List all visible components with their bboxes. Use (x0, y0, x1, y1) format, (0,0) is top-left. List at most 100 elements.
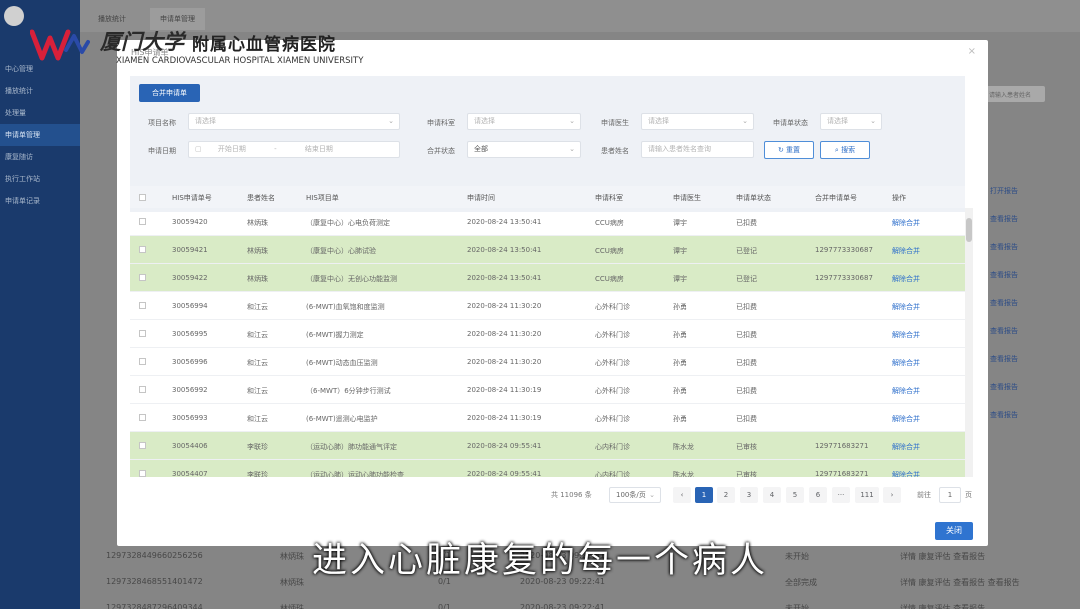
cell-time: 2020-08-24 09:55:41 (467, 442, 542, 450)
row-checkbox[interactable] (139, 386, 146, 393)
filter-label-dept: 申请科室 (427, 119, 455, 127)
next-page-button[interactable]: › (883, 487, 901, 503)
row-checkbox[interactable] (139, 302, 146, 309)
table-row[interactable]: 30056994 和江云 (6-MWT)血氧饱和度监测 2020-08-24 11:3… (130, 292, 965, 320)
unmerge-link[interactable]: 解除合并 (892, 442, 920, 452)
page-button[interactable]: 1 (695, 487, 713, 503)
cell-status: 已扣费 (736, 387, 757, 395)
merge-requests-button[interactable]: 合并申请单 (139, 84, 200, 102)
page-button[interactable]: 3 (740, 487, 758, 503)
close-icon[interactable]: × (968, 46, 976, 57)
cell-id: 30056993 (172, 414, 208, 422)
row-checkbox[interactable] (139, 246, 146, 253)
merge-status-select[interactable]: 全部 ⌄ (467, 141, 581, 158)
row-checkbox[interactable] (139, 358, 146, 365)
date-range-picker[interactable]: ▢ 开始日期 - 结束日期 (188, 141, 400, 158)
page-button[interactable]: 6 (809, 487, 827, 503)
cell-status: 已审核 (736, 471, 757, 477)
page-button[interactable]: ··· (832, 487, 850, 503)
unmerge-link[interactable]: 解除合并 (892, 358, 920, 368)
hospital-logo: 厦门大学 附属心血管病医院 XIAMEN CARDIOVASCULAR HOSP… (30, 26, 363, 70)
cell-time: 2020-08-24 09:55:41 (467, 470, 542, 477)
cell-time: 2020-08-24 11:30:19 (467, 414, 542, 422)
background-report-link[interactable]: 查看报告 (990, 242, 1018, 252)
table-row[interactable]: 30056992 和江云 （6-MWT）6分钟步行测试 2020-08-24 11:3… (130, 376, 965, 404)
chevron-down-icon: ⌄ (649, 491, 655, 499)
sidebar-item[interactable]: 康复随访 (0, 146, 80, 168)
page-button[interactable]: 4 (763, 487, 781, 503)
table-row[interactable]: 30059420 林炳珠 （康复中心）心电负荷测定 2020-08-24 13:50:… (130, 208, 965, 236)
unmerge-link[interactable]: 解除合并 (892, 330, 920, 340)
cell-status: 已扣费 (736, 359, 757, 367)
sidebar-item[interactable]: 处理量 (0, 102, 80, 124)
pagination-total: 共 11096 条 (551, 491, 592, 499)
table-row[interactable]: 30054407 李联珍 （运动心肺）运动心肺功能检查 2020-08-24 09:5… (130, 460, 965, 477)
table-row[interactable]: 30059421 林炳珠 （康复中心）心肺试验 2020-08-24 13:50:41… (130, 236, 965, 264)
select-all-checkbox[interactable] (139, 194, 146, 201)
cell-name: 和江云 (247, 387, 268, 395)
item-select[interactable]: 请选择 ⌄ (188, 113, 400, 130)
table-scrollbar[interactable] (965, 208, 973, 477)
cell-doc: 孙勇 (673, 415, 687, 423)
unmerge-link[interactable]: 解除合并 (892, 470, 920, 477)
cell-status: 已扣费 (736, 415, 757, 423)
table-row[interactable]: 30056996 和江云 (6-MWT)动态血压监测 2020-08-24 11:30… (130, 348, 965, 376)
page-size-select[interactable]: 100条/页 ⌄ (609, 487, 661, 503)
background-report-link[interactable]: 查看报告 (990, 298, 1018, 308)
table-row[interactable]: 30056993 和江云 (6-MWT)遥测心电监护 2020-08-24 11:30… (130, 404, 965, 432)
patient-name-input[interactable]: 请输入患者姓名查询 (641, 141, 754, 158)
search-button[interactable]: ⌕ 搜索 (820, 141, 870, 159)
column-header: 申请时间 (467, 194, 495, 202)
sidebar-item[interactable]: 申请单记录 (0, 190, 80, 212)
row-checkbox[interactable] (139, 218, 146, 225)
background-report-link[interactable]: 查看报告 (990, 270, 1018, 280)
goto-page-input[interactable]: 1 (939, 487, 961, 503)
row-checkbox[interactable] (139, 330, 146, 337)
table-row[interactable]: 30056995 和江云 (6-MWT)握力测定 2020-08-24 11:30:2… (130, 320, 965, 348)
status-select[interactable]: 请选择 ⌄ (820, 113, 882, 130)
unmerge-link[interactable]: 解除合并 (892, 246, 920, 256)
unmerge-link[interactable]: 解除合并 (892, 414, 920, 424)
sidebar-item[interactable]: 播放统计 (0, 80, 80, 102)
dept-select[interactable]: 请选择 ⌄ (467, 113, 581, 130)
row-checkbox[interactable] (139, 274, 146, 281)
logo-chinese-name: 附属心血管病医院 (192, 35, 336, 55)
unmerge-link[interactable]: 解除合并 (892, 386, 920, 396)
background-report-link[interactable]: 打开报告 (990, 186, 1018, 196)
page-button[interactable]: 111 (855, 487, 879, 503)
page-button[interactable]: 2 (717, 487, 735, 503)
cell-name: 和江云 (247, 359, 268, 367)
background-report-link[interactable]: 查看报告 (990, 382, 1018, 392)
goto-suffix: 页 (965, 491, 972, 499)
filter-label-date: 申请日期 (148, 147, 176, 155)
cell-item: (6-MWT)握力测定 (306, 331, 364, 339)
cell-status: 已扣费 (736, 331, 757, 339)
row-checkbox[interactable] (139, 414, 146, 421)
cell-name: 和江云 (247, 303, 268, 311)
sidebar-item-active[interactable]: 申请单管理 (0, 124, 80, 146)
doctor-select[interactable]: 请选择 ⌄ (641, 113, 754, 130)
unmerge-link[interactable]: 解除合并 (892, 302, 920, 312)
table-row[interactable]: 30054406 李联珍 （运动心肺）肺功能通气评定 2020-08-24 09:55… (130, 432, 965, 460)
unmerge-link[interactable]: 解除合并 (892, 218, 920, 228)
cell-merge: 1297773330687 (815, 274, 873, 282)
page-button[interactable]: 5 (786, 487, 804, 503)
scrollbar-thumb[interactable] (966, 218, 972, 242)
table-row[interactable]: 30059422 林炳珠 （康复中心）无创心功能监测 2020-08-24 13:50… (130, 264, 965, 292)
row-checkbox[interactable] (139, 470, 146, 477)
cell-name: 和江云 (247, 331, 268, 339)
cell-doc: 谭宇 (673, 275, 687, 283)
background-report-link[interactable]: 查看报告 (990, 214, 1018, 224)
background-table-row[interactable]: 1297328487296409344 林炳珠 0/1 2020-08-23 09:2… (80, 595, 1080, 609)
unmerge-link[interactable]: 解除合并 (892, 274, 920, 284)
background-report-link[interactable]: 查看报告 (990, 354, 1018, 364)
prev-page-button[interactable]: ‹ (673, 487, 691, 503)
cell-status: 已审核 (736, 443, 757, 451)
reset-button[interactable]: ↻ 重置 (764, 141, 814, 159)
background-cell-date: 2020-08-23 09:22:41 (520, 603, 605, 609)
sidebar-item[interactable]: 执行工作站 (0, 168, 80, 190)
row-checkbox[interactable] (139, 442, 146, 449)
background-report-link[interactable]: 查看报告 (990, 410, 1018, 420)
background-search-input[interactable]: 请输入患者姓名 (985, 86, 1045, 102)
background-report-link[interactable]: 查看报告 (990, 326, 1018, 336)
